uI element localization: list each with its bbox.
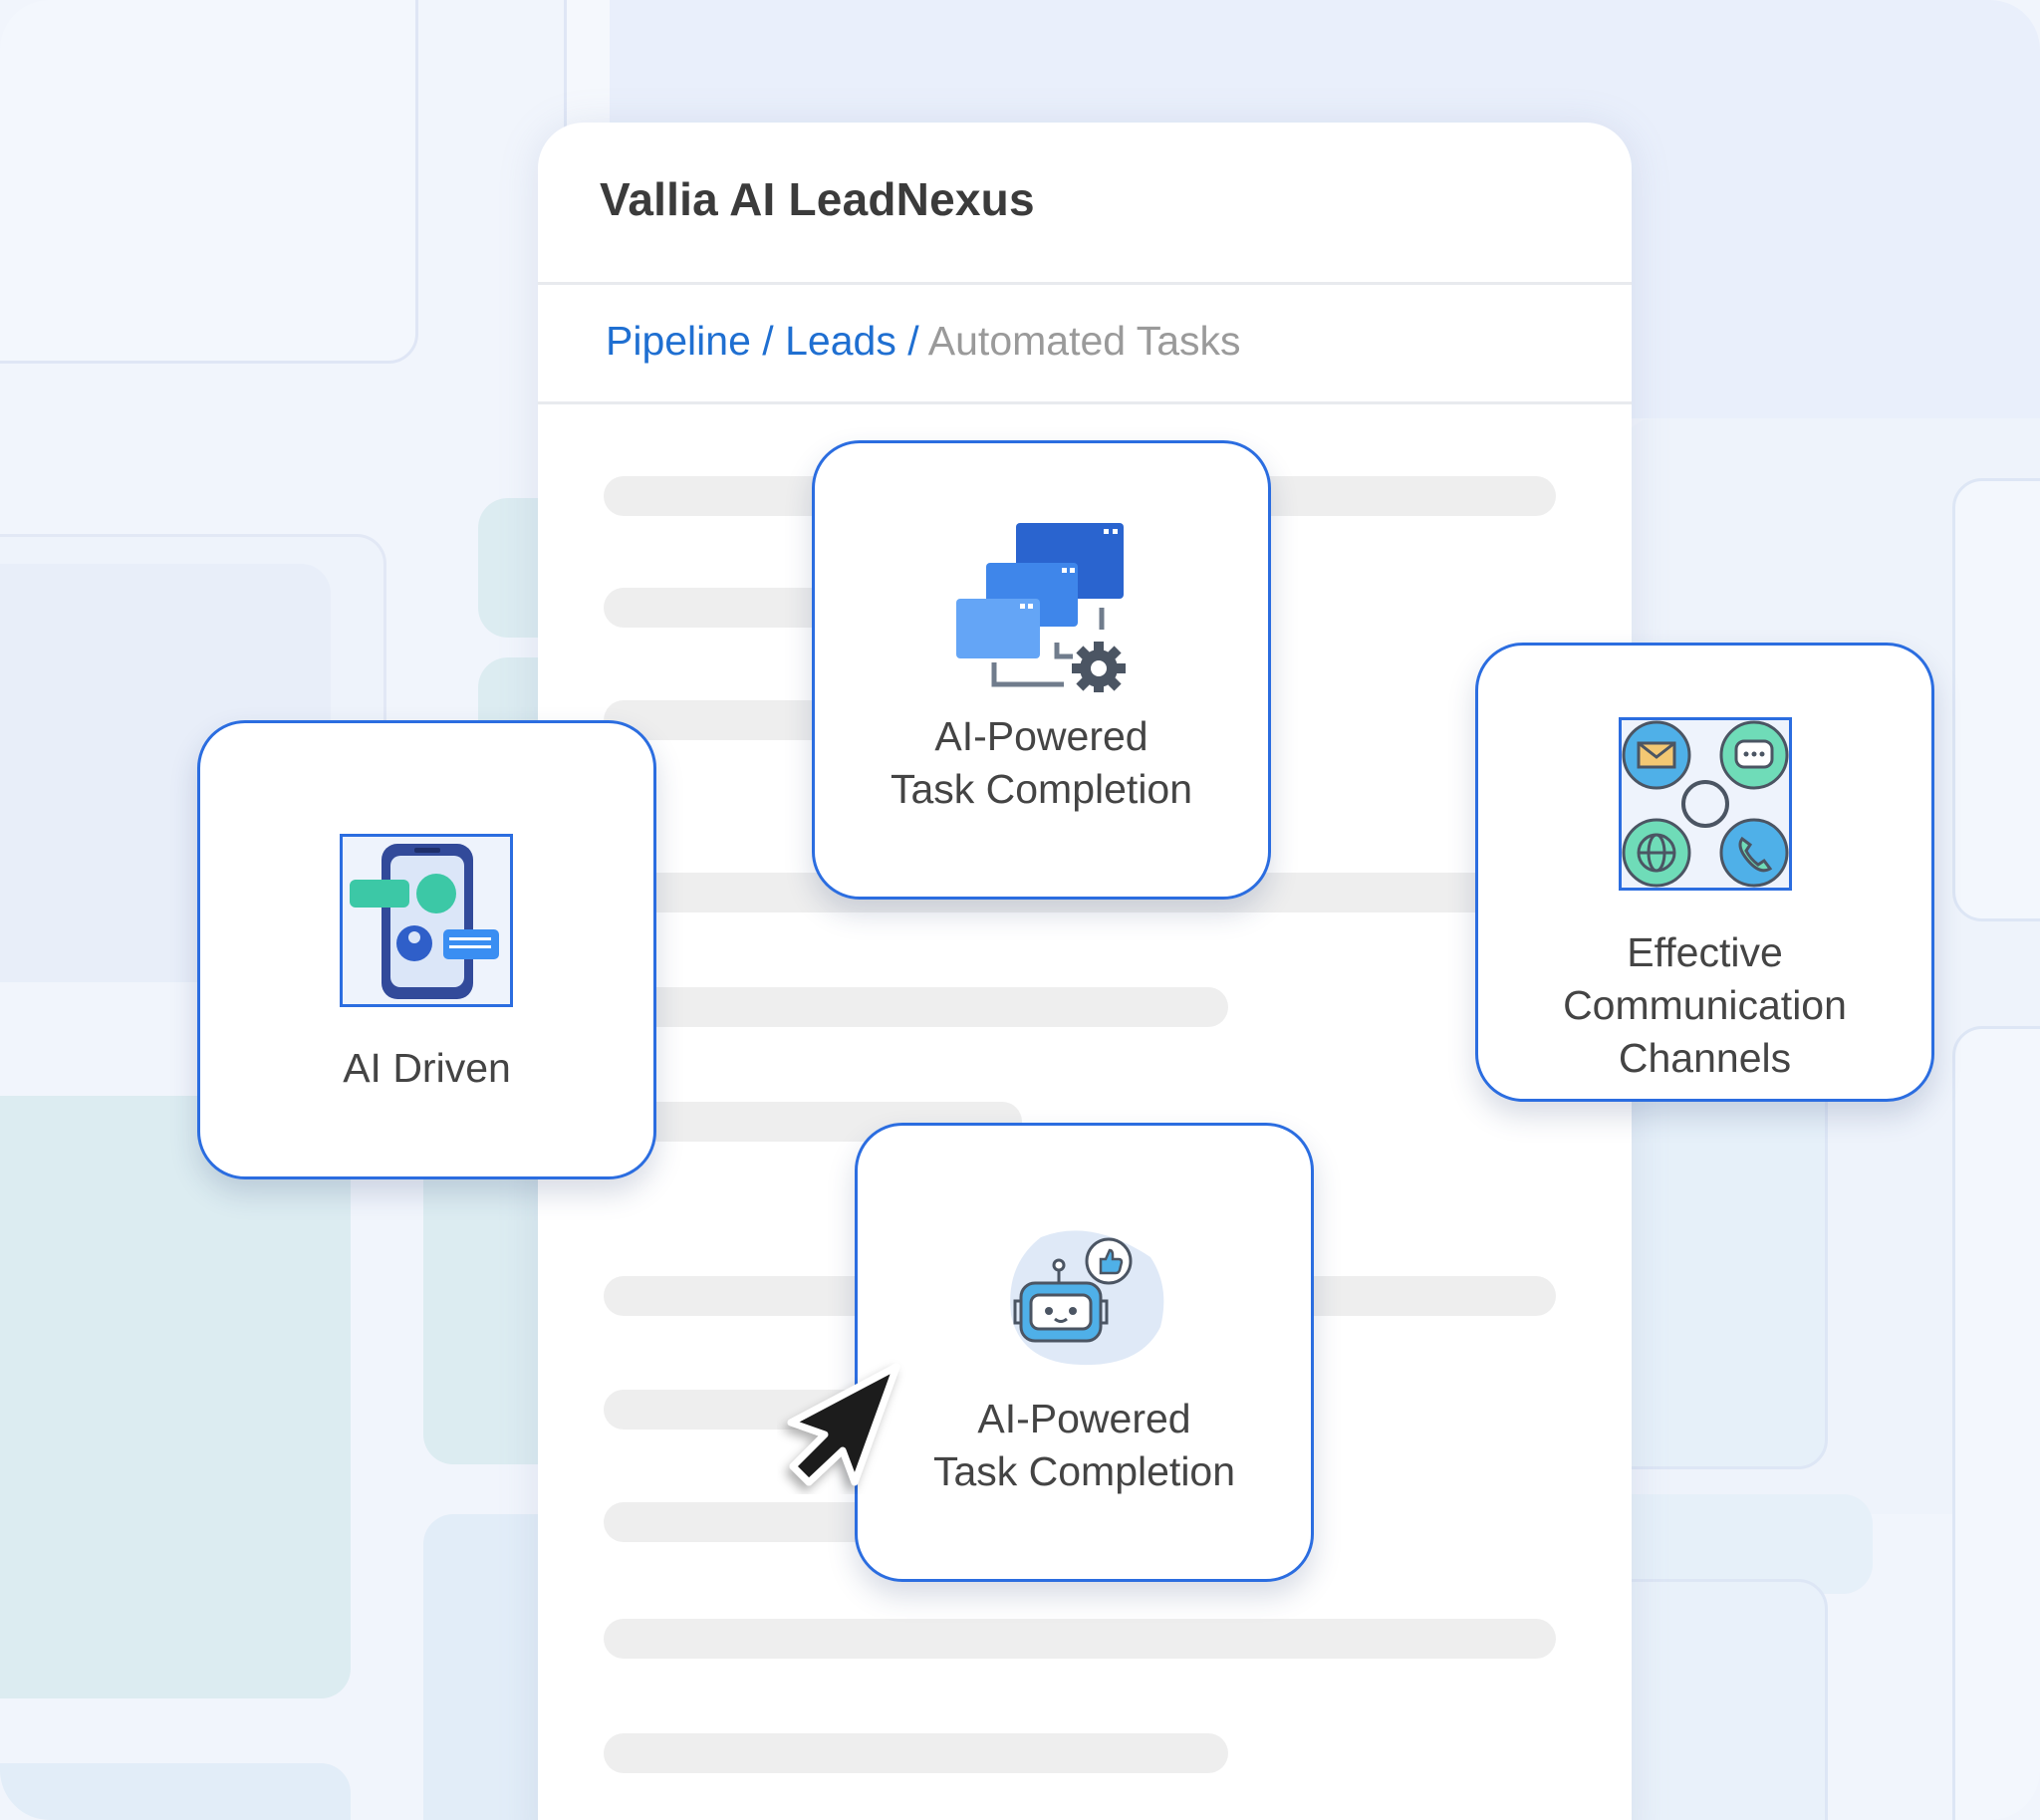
breadcrumb-divider (538, 401, 1632, 404)
feature-card-task-completion-bottom[interactable]: AI-Powered Task Completion (855, 1123, 1314, 1582)
header-divider (538, 282, 1632, 285)
breadcrumb-link-leads[interactable]: Leads (785, 318, 896, 364)
skeleton-line (604, 1733, 1228, 1773)
app-title: Vallia AI LeadNexus (600, 173, 1035, 225)
bg-panel (0, 1763, 351, 1820)
feature-card-communication-channels[interactable]: Effective Communication Channels (1475, 643, 1934, 1102)
feature-card-ai-driven[interactable]: AI Driven (197, 720, 656, 1179)
bg-panel (0, 1096, 351, 1698)
breadcrumb-current: Automated Tasks (927, 318, 1241, 364)
breadcrumb: Pipeline / Leads / Automated Tasks (606, 318, 1241, 365)
card-label: AI-Powered Task Completion (932, 1396, 1236, 1494)
bg-panel (1952, 1026, 2040, 1820)
skeleton-line (604, 987, 1228, 1027)
breadcrumb-separator: / (762, 318, 774, 364)
canvas: Vallia AI LeadNexus Pipeline / Leads / A… (0, 0, 2040, 1820)
mouse-cursor-icon (787, 1363, 900, 1486)
robot-thumbs-up-icon (1010, 1230, 1164, 1366)
breadcrumb-link-pipeline[interactable]: Pipeline (606, 318, 751, 364)
card-label: Effective Communication Channels (1563, 929, 1847, 1081)
feature-card-task-completion-top[interactable]: AI-Powered Task Completion (812, 440, 1271, 900)
phone-chat-icon (340, 834, 513, 1007)
bg-panel (0, 0, 418, 364)
windows-gear-icon (956, 523, 1126, 692)
communication-channels-icon (1619, 717, 1792, 891)
card-label: AI Driven (343, 1045, 511, 1091)
breadcrumb-separator: / (907, 318, 919, 364)
card-label: AI-Powered Task Completion (890, 713, 1193, 812)
bg-panel (1952, 478, 2040, 921)
skeleton-line (604, 1619, 1556, 1659)
